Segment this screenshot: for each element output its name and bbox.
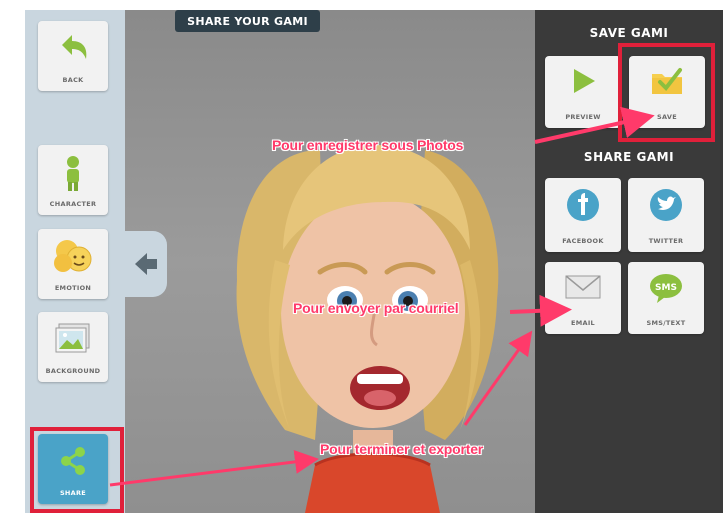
preview-label: PREVIEW [565,113,601,121]
character-label: CHARACTER [49,200,97,208]
preview-button[interactable]: PREVIEW [545,56,621,128]
save-gami-title: SAVE GAMI [589,26,669,40]
sms-icon-text: SMS [655,283,677,293]
character-icon [67,156,79,191]
emotion-button[interactable]: EMOTION [38,229,108,299]
facebook-icon [567,189,599,221]
envelope-icon [565,275,601,299]
back-button[interactable]: BACK [38,21,108,91]
back-label: BACK [62,76,84,84]
sms-button[interactable]: SMS SMS/TEXT [628,262,704,334]
emotion-label: EMOTION [54,284,92,292]
emotion-icon [54,240,92,272]
background-label: BACKGROUND [45,367,101,375]
arrow-left-icon [135,253,157,275]
email-annotation: Pour envoyer par courriel [293,300,459,316]
share-highlight-box [30,427,124,513]
image-icon [55,323,90,353]
email-label: EMAIL [571,319,595,327]
stage-title: SHARE YOUR GAMI [175,10,320,32]
twitter-label: TWITTER [648,237,684,245]
facebook-label: FACEBOOK [562,237,604,245]
sms-label: SMS/TEXT [646,319,686,327]
twitter-icon [650,189,682,221]
play-icon [574,69,595,93]
collapse-handle[interactable] [125,231,167,297]
background-button[interactable]: BACKGROUND [38,312,108,382]
save-highlight-box [618,43,715,142]
share-annotation: Pour terminer et exporter [320,441,484,457]
undo-arrow-icon [62,35,87,59]
speech-bubble-icon: SMS [650,274,682,303]
facebook-button[interactable]: FACEBOOK [545,178,621,252]
avatar-stage [125,10,535,513]
avatar-illustration [236,145,499,513]
share-gami-title: SHARE GAMI [583,150,675,164]
twitter-button[interactable]: TWITTER [628,178,704,252]
character-button[interactable]: CHARACTER [38,145,108,215]
save-annotation: Pour enregistrer sous Photos [272,137,464,153]
email-button[interactable]: EMAIL [545,262,621,334]
